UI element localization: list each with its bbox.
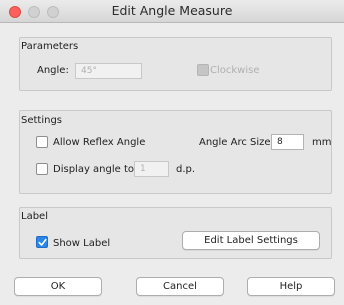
angle-arc-size-label: Angle Arc Size: — [199, 137, 274, 148]
window-title: Edit Angle Measure — [111, 3, 233, 18]
clockwise-checkbox[interactable] — [197, 64, 209, 76]
clockwise-label: Clockwise — [210, 65, 260, 76]
allow-reflex-angle-checkbox[interactable] — [36, 136, 48, 148]
settings-group-label: Settings — [21, 115, 63, 126]
allow-reflex-angle-label: Allow Reflex Angle — [53, 137, 146, 148]
title-bar: Edit Angle Measure — [0, 0, 344, 23]
parameters-group-label: Parameters — [21, 41, 79, 52]
checkmark-icon — [38, 238, 47, 246]
ok-button[interactable]: OK — [14, 277, 102, 296]
display-angle-label: Display angle to: — [53, 164, 138, 175]
display-angle-dp-input[interactable]: 1 — [134, 161, 169, 177]
angle-label: Angle: — [37, 65, 69, 76]
display-angle-checkbox[interactable] — [36, 163, 48, 175]
edit-label-settings-button[interactable]: Edit Label Settings — [182, 231, 320, 250]
display-angle-unit: d.p. — [176, 164, 196, 175]
angle-arc-size-unit: mm — [312, 137, 332, 148]
label-group-label: Label — [21, 211, 48, 222]
angle-input[interactable]: 45° — [75, 63, 142, 79]
angle-arc-size-input[interactable]: 8 — [271, 134, 304, 150]
show-label-label: Show Label — [53, 238, 111, 249]
cancel-button[interactable]: Cancel — [136, 277, 224, 296]
help-button[interactable]: Help — [247, 277, 335, 296]
settings-group — [19, 110, 332, 194]
show-label-checkbox[interactable] — [36, 236, 48, 248]
